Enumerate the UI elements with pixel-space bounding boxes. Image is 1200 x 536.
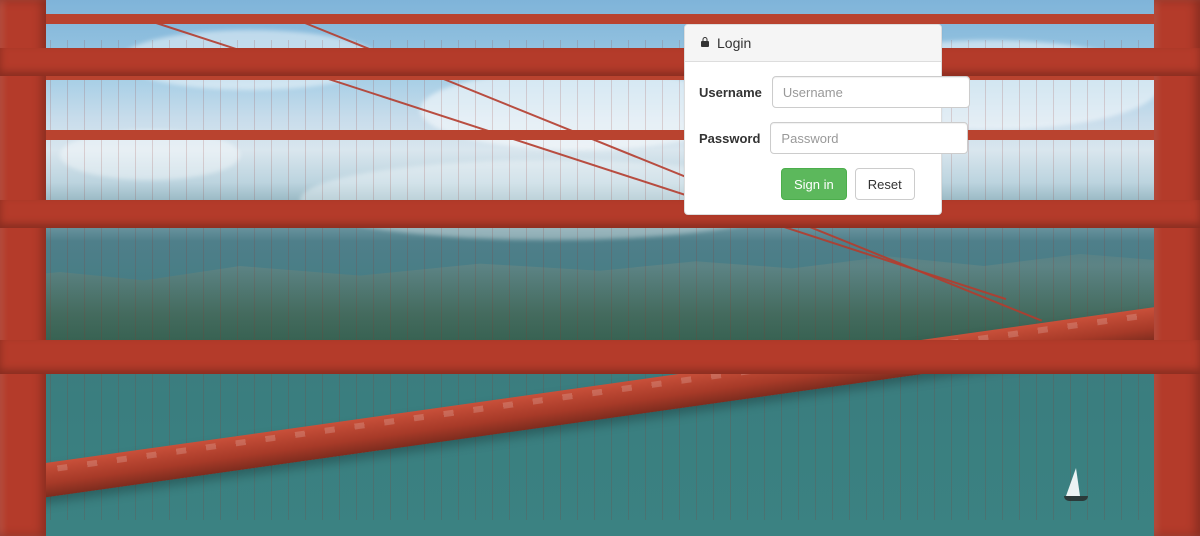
username-label: Username [699, 85, 762, 100]
login-buttons-row: Sign in Reset [699, 168, 927, 200]
lock-icon [699, 35, 711, 51]
reset-button[interactable]: Reset [855, 168, 915, 200]
login-title: Login [717, 35, 751, 51]
username-row: Username [699, 76, 927, 108]
login-panel: Login Username Password Sign in Reset [684, 24, 942, 215]
password-row: Password [699, 122, 927, 154]
username-input[interactable] [772, 76, 970, 108]
login-panel-header: Login [685, 25, 941, 62]
password-label: Password [699, 131, 760, 146]
signin-button[interactable]: Sign in [781, 168, 847, 200]
login-panel-body: Username Password Sign in Reset [685, 62, 941, 214]
page-background: Login Username Password Sign in Reset [0, 0, 1200, 536]
password-input[interactable] [770, 122, 968, 154]
sailboat-decor [1066, 468, 1080, 496]
